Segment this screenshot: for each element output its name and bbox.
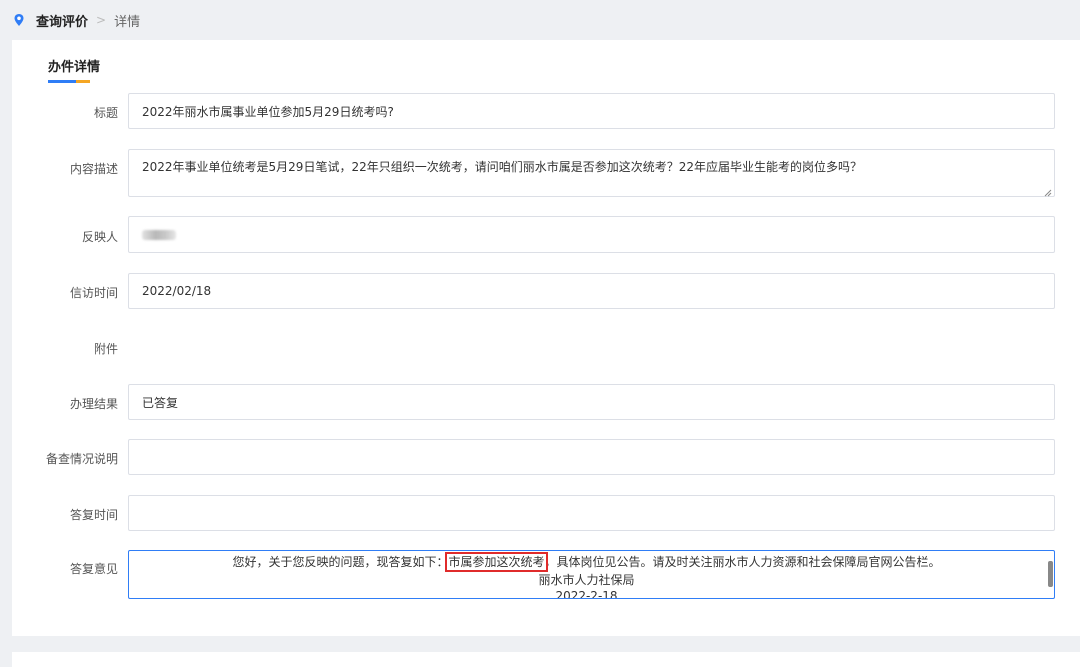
panel-title: 办件详情 bbox=[48, 60, 101, 75]
reply-prefix: 您好，关于您反映的问题，现答复如下： bbox=[232, 555, 449, 569]
check-note-field[interactable] bbox=[128, 439, 1055, 475]
scrollbar-thumb[interactable] bbox=[1048, 561, 1053, 587]
breadcrumb: 查询评价 > 详情 bbox=[0, 0, 1080, 40]
description-textarea[interactable]: 2022年事业单位统考是5月29日笔试，22年只组织一次统考，请问咱们丽水市属是… bbox=[128, 149, 1055, 197]
reply-textarea[interactable]: 您好，关于您反映的问题，现答复如下：市属参加这次统考，具体岗位见公告。请及时关注… bbox=[128, 550, 1055, 599]
reply-row: 答复意见 您好，关于您反映的问题，现答复如下：市属参加这次统考，具体岗位见公告。… bbox=[12, 550, 1080, 599]
check-note-row: 备查情况说明 bbox=[12, 439, 1080, 475]
check-note-label: 备查情况说明 bbox=[45, 452, 118, 466]
visit-time-label: 信访时间 bbox=[69, 286, 118, 300]
reply-label: 答复意见 bbox=[69, 562, 118, 576]
result-field[interactable]: 已答复 bbox=[128, 384, 1055, 420]
reply-time-field[interactable] bbox=[128, 495, 1055, 531]
reply-time-row: 答复时间 bbox=[12, 495, 1080, 531]
location-pin-icon bbox=[12, 13, 26, 27]
description-label: 内容描述 bbox=[69, 162, 118, 176]
reply-line-1: 您好，关于您反映的问题，现答复如下：市属参加这次统考，具体岗位见公告。请及时关注… bbox=[129, 552, 1044, 572]
breadcrumb-separator: > bbox=[96, 13, 107, 27]
attachment-row: 附件 bbox=[12, 338, 1080, 358]
visit-time-field[interactable]: 2022/02/18 bbox=[128, 273, 1055, 309]
breadcrumb-detail: 详情 bbox=[114, 14, 141, 30]
title-underline bbox=[48, 80, 90, 83]
visit-time-row: 信访时间 2022/02/18 bbox=[12, 273, 1080, 309]
description-row: 内容描述 2022年事业单位统考是5月29日笔试，22年只组织一次统考，请问咱们… bbox=[12, 149, 1080, 197]
resize-handle-icon[interactable] bbox=[1044, 186, 1052, 197]
title-row: 标题 2022年丽水市属事业单位参加5月29日统考吗? bbox=[12, 93, 1080, 129]
highlight-box: 市属参加这次统考 bbox=[445, 552, 548, 572]
title-label: 标题 bbox=[93, 106, 118, 120]
detail-panel: 办件详情 标题 2022年丽水市属事业单位参加5月29日统考吗? 内容描述 20… bbox=[12, 40, 1080, 636]
breadcrumb-query-evaluation[interactable]: 查询评价 bbox=[36, 11, 88, 30]
result-row: 办理结果 已答复 bbox=[12, 384, 1080, 420]
reply-date: 2022-2-18 bbox=[555, 589, 618, 599]
blurred-name bbox=[142, 229, 176, 240]
reply-suffix: ，具体岗位见公告。请及时关注丽水市人力资源和社会保障局官网公告栏。 bbox=[544, 555, 941, 569]
reply-time-label: 答复时间 bbox=[69, 508, 118, 522]
reporter-label: 反映人 bbox=[81, 230, 118, 244]
next-panel-edge bbox=[12, 652, 1080, 667]
result-label: 办理结果 bbox=[69, 397, 118, 411]
reporter-row: 反映人 bbox=[12, 216, 1080, 253]
reply-signature: 丽水市人力社保局 bbox=[538, 573, 635, 587]
attachment-label: 附件 bbox=[93, 342, 118, 356]
description-text: 2022年事业单位统考是5月29日笔试，22年只组织一次统考，请问咱们丽水市属是… bbox=[142, 160, 862, 174]
reporter-field[interactable] bbox=[128, 216, 1055, 253]
title-field[interactable]: 2022年丽水市属事业单位参加5月29日统考吗? bbox=[128, 93, 1055, 129]
